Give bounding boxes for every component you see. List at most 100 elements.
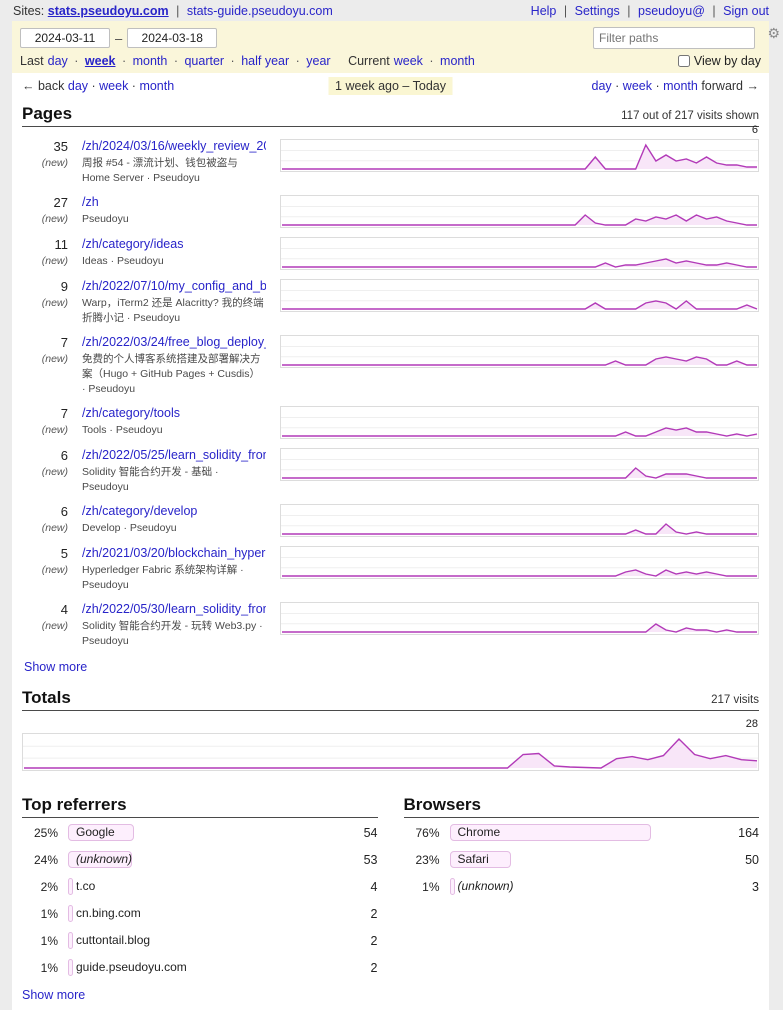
stat-count: 4 — [344, 880, 378, 894]
stat-label[interactable]: Safari — [458, 852, 489, 866]
site-link-current[interactable]: stats.pseudoyu.com — [48, 4, 169, 18]
stat-bar-track: t.co — [68, 878, 334, 895]
forward-day-link[interactable]: day — [592, 79, 612, 93]
site-link-other[interactable]: stats-guide.pseudoyu.com — [187, 4, 333, 18]
referrers-show-more-link[interactable]: Show more — [22, 988, 85, 1002]
page-sparkline-box[interactable] — [280, 448, 759, 481]
page-sparkline-chart[interactable]: 6 — [280, 139, 759, 172]
stat-label[interactable]: (unknown) — [76, 852, 132, 866]
page-new-badge: (new) — [24, 564, 68, 576]
page-path-link[interactable]: /zh/2022/05/25/learn_solidity_from_… — [82, 448, 266, 463]
page-path-link[interactable]: /zh/2024/03/16/weekly_review_202… — [82, 139, 266, 154]
page-path-link[interactable]: /zh/category/develop — [82, 504, 266, 519]
pages-section-header: Pages 117 out of 217 visits shown — [22, 104, 759, 127]
page-title-text: 免费的个人博客系统搭建及部署解决方案（Hugo + GitHub Pages +… — [82, 352, 266, 397]
forward-week-link[interactable]: week — [623, 79, 652, 93]
page-sparkline-chart[interactable] — [280, 335, 759, 368]
page-sparkline-box[interactable] — [280, 195, 759, 228]
page-row-text-col: /zh/2022/07/10/my_config_and_bea… Warp，i… — [82, 279, 266, 326]
page-sparkline-box[interactable] — [280, 237, 759, 270]
totals-chart[interactable]: 28 — [22, 733, 759, 771]
page-row-text-col: /zh/2022/03/24/free_blog_deploy_u… 免费的个人… — [82, 335, 266, 397]
page-sparkline-box[interactable] — [280, 406, 759, 439]
forward-month-link[interactable]: month — [663, 79, 698, 93]
last-label: Last — [20, 54, 44, 68]
page-sparkline-box[interactable] — [280, 602, 759, 635]
period-nav: ← back day · week · month 1 week ago – T… — [12, 73, 769, 98]
stat-label[interactable]: cuttontail.blog — [76, 933, 150, 947]
page-path-link[interactable]: /zh/2022/05/30/learn_solidity_from_… — [82, 602, 266, 617]
view-by-day-control[interactable]: View by day — [678, 54, 761, 68]
page-sparkline-chart[interactable] — [280, 546, 759, 579]
page-sparkline-box[interactable] — [280, 139, 759, 172]
page-sparkline-box[interactable] — [280, 335, 759, 368]
pages-show-more-link[interactable]: Show more — [24, 660, 87, 674]
stat-bar-track: Google — [68, 824, 334, 841]
filter-paths-input[interactable] — [593, 27, 755, 49]
view-by-day-checkbox[interactable] — [678, 55, 690, 67]
range-last-month[interactable]: month — [133, 54, 168, 68]
page-visit-count: 4 — [24, 602, 68, 617]
stat-row: 25% Google 54 — [22, 824, 378, 841]
gear-icon[interactable]: ⚙ — [767, 25, 780, 42]
page-sparkline-box[interactable] — [280, 504, 759, 537]
page-sparkline-chart[interactable] — [280, 602, 759, 635]
back-day-link[interactable]: day — [68, 79, 88, 93]
page-path-link[interactable]: /zh/2022/03/24/free_blog_deploy_u… — [82, 335, 266, 350]
stat-label[interactable]: guide.pseudoyu.com — [76, 960, 187, 974]
page-path-link[interactable]: /zh — [82, 195, 266, 210]
stat-row: 2% t.co 4 — [22, 878, 378, 895]
date-to-input[interactable] — [127, 28, 217, 48]
user-link[interactable]: pseudoyu@ — [638, 4, 705, 18]
stat-label[interactable]: Chrome — [458, 825, 501, 839]
stat-bar[interactable] — [450, 878, 455, 895]
totals-section-header: Totals 217 visits — [22, 688, 759, 711]
range-current-week[interactable]: week — [394, 54, 423, 68]
sparkline-svg — [281, 603, 758, 634]
stat-bar[interactable] — [68, 878, 73, 895]
sites-label: Sites: — [13, 4, 44, 18]
back-month-link[interactable]: month — [139, 79, 174, 93]
totals-sparkline[interactable] — [22, 733, 759, 771]
range-last-halfyear[interactable]: half year — [241, 54, 289, 68]
help-link[interactable]: Help — [531, 4, 557, 18]
page-path-link[interactable]: /zh/2021/03/20/blockchain_hyperle… — [82, 546, 266, 561]
stat-percent: 76% — [404, 826, 440, 840]
page-new-badge: (new) — [24, 213, 68, 225]
stat-label[interactable]: (unknown) — [458, 879, 514, 893]
page-sparkline-chart[interactable] — [280, 448, 759, 481]
stat-count: 2 — [344, 934, 378, 948]
page-sparkline-chart[interactable] — [280, 504, 759, 537]
page-visit-count: 9 — [24, 279, 68, 294]
page-sparkline-box[interactable] — [280, 279, 759, 312]
settings-link[interactable]: Settings — [575, 4, 620, 18]
page-row-text-col: /zh/2024/03/16/weekly_review_202… 周报 #54… — [82, 139, 266, 186]
signout-link[interactable]: Sign out — [723, 4, 769, 18]
stat-percent: 1% — [404, 880, 440, 894]
range-last-week[interactable]: week — [85, 54, 116, 68]
range-current-month[interactable]: month — [440, 54, 475, 68]
stat-bar[interactable] — [68, 959, 73, 976]
date-from-input[interactable] — [20, 28, 110, 48]
range-last-day[interactable]: day — [48, 54, 68, 68]
page-path-link[interactable]: /zh/category/tools — [82, 406, 266, 421]
stat-label[interactable]: t.co — [76, 879, 95, 893]
back-week-link[interactable]: week — [99, 79, 128, 93]
stat-bar[interactable] — [68, 932, 73, 949]
page-row: 9 (new) /zh/2022/07/10/my_config_and_bea… — [24, 279, 759, 326]
range-last-quarter[interactable]: quarter — [184, 54, 224, 68]
page-path-link[interactable]: /zh/category/ideas — [82, 237, 266, 252]
range-last-year[interactable]: year — [306, 54, 330, 68]
page-sparkline-box[interactable] — [280, 546, 759, 579]
pages-list: 35 (new) /zh/2024/03/16/weekly_review_20… — [12, 127, 769, 649]
account-links: Help | Settings | pseudoyu@ | Sign out — [531, 4, 769, 18]
page-sparkline-chart[interactable] — [280, 406, 759, 439]
page-row-count-col: 6 (new) — [24, 448, 68, 495]
stat-label[interactable]: Google — [76, 825, 115, 839]
page-sparkline-chart[interactable] — [280, 279, 759, 312]
page-path-link[interactable]: /zh/2022/07/10/my_config_and_bea… — [82, 279, 266, 294]
stat-bar[interactable] — [68, 905, 73, 922]
page-sparkline-chart[interactable] — [280, 237, 759, 270]
stat-label[interactable]: cn.bing.com — [76, 906, 141, 920]
page-sparkline-chart[interactable] — [280, 195, 759, 228]
